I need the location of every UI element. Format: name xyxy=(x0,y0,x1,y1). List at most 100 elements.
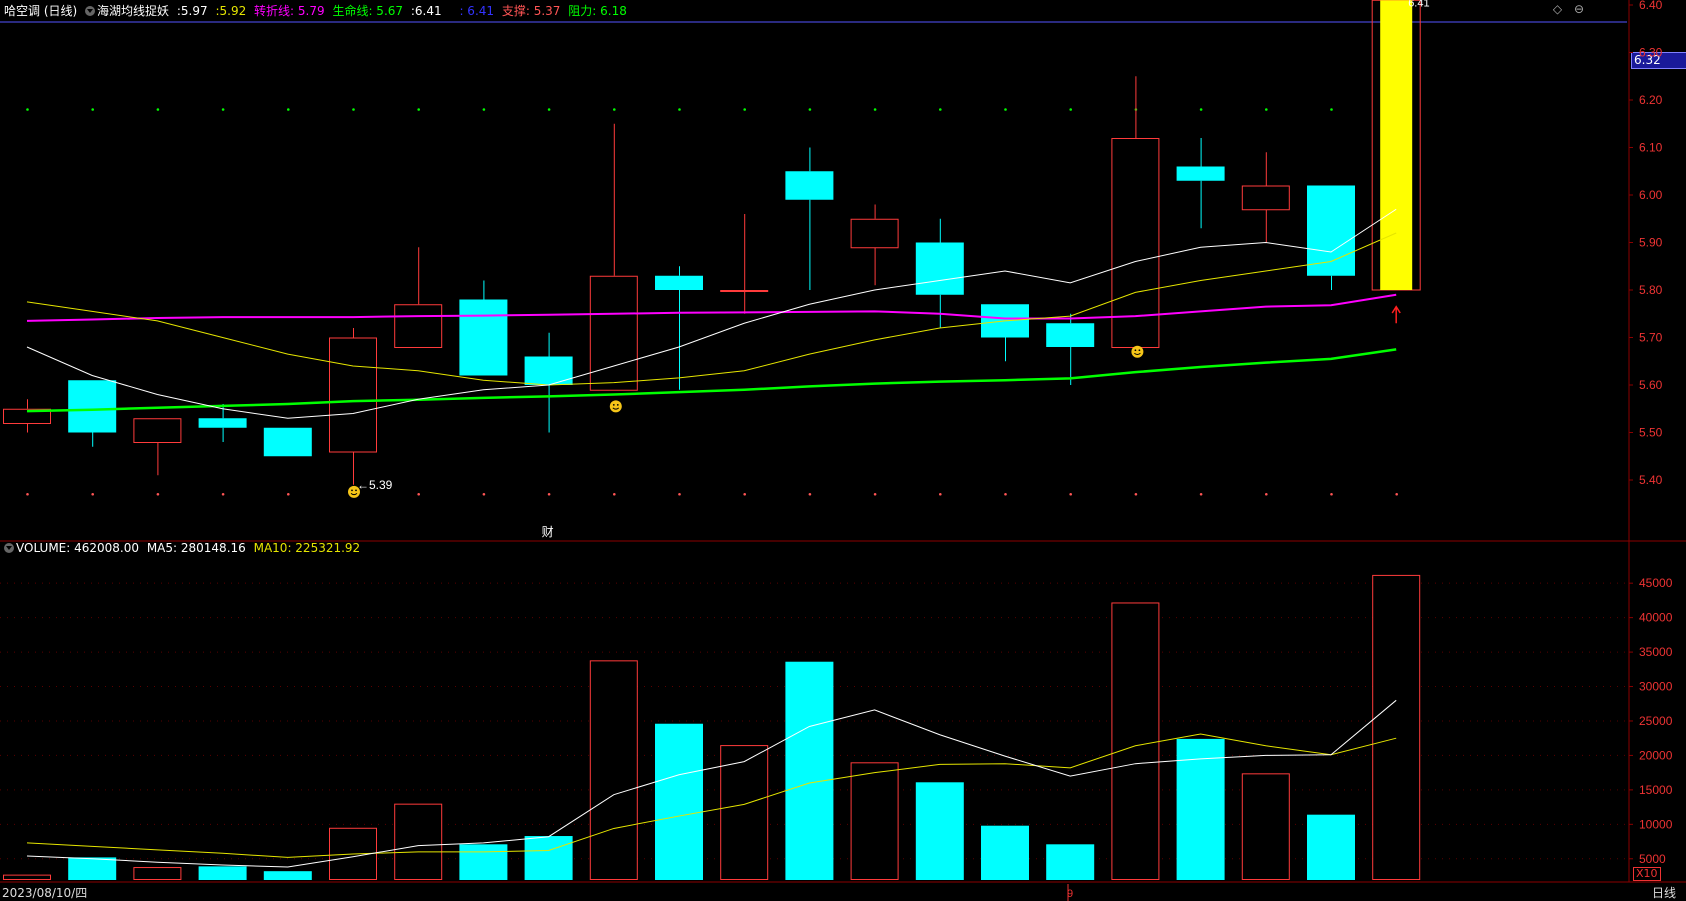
smiley-marker-eye xyxy=(1138,349,1141,352)
volume-bar xyxy=(785,661,834,880)
price-tick-label: 5.60 xyxy=(1639,378,1663,392)
smiley-marker xyxy=(1131,345,1144,358)
turn-line xyxy=(26,293,1397,322)
price-tick-label: 6.30 xyxy=(1639,46,1663,60)
price-tick-label: 6.40 xyxy=(1639,0,1663,12)
resist-dot xyxy=(1004,108,1007,111)
price-tick-label: 5.80 xyxy=(1639,283,1663,297)
candle-body xyxy=(1176,166,1225,181)
smiley-marker-eye xyxy=(616,403,619,406)
volume-bar xyxy=(394,803,443,881)
resist-dot xyxy=(1330,108,1333,111)
volume-bar xyxy=(1046,844,1095,880)
candle-body xyxy=(1046,323,1095,347)
support-dot xyxy=(613,492,616,496)
resist-dot xyxy=(547,108,551,111)
volume-bar xyxy=(263,871,312,880)
volume-bar xyxy=(133,867,182,881)
support-dot xyxy=(482,492,486,496)
candle-body xyxy=(198,418,247,428)
high-annotation: 6.41 xyxy=(1408,0,1429,9)
candle-body xyxy=(459,299,508,376)
ma-yellow-line xyxy=(26,232,1397,386)
support-dot xyxy=(873,492,877,496)
candle-body xyxy=(785,171,834,200)
support-dot xyxy=(1265,492,1268,496)
price-tick-label: 6.10 xyxy=(1639,141,1663,155)
candle-body xyxy=(329,337,377,453)
price-tick-label: 6.00 xyxy=(1639,188,1663,202)
support-dot xyxy=(1199,492,1203,496)
resist-dot xyxy=(287,108,290,111)
buy-arrow-icon xyxy=(1391,305,1401,324)
resist-dot xyxy=(613,108,616,111)
limit-up-bar xyxy=(1380,0,1413,290)
kline-chart[interactable]: 6.40 6.30 6.20 6.10 6.00 5.90 5.80 5.70 5.60 5.50… xyxy=(0,0,1686,901)
support-dot xyxy=(808,492,812,496)
candle-body xyxy=(1241,185,1290,211)
ma-white-line xyxy=(26,208,1397,419)
support-dot xyxy=(417,492,421,496)
volume-bar xyxy=(720,745,769,881)
price-tick-label: 5.70 xyxy=(1639,331,1663,345)
resist-dot xyxy=(352,108,355,111)
volume-tick-label: 40000 xyxy=(1639,611,1673,625)
volume-bar xyxy=(68,857,117,880)
volume-bar xyxy=(198,866,247,880)
support-dot xyxy=(1395,492,1398,496)
resist-dot xyxy=(1265,108,1268,111)
price-tick-label: 6.20 xyxy=(1639,93,1663,107)
volume-tick-label: 15000 xyxy=(1639,783,1673,797)
smiley-marker-eye xyxy=(351,489,353,492)
price-tick-label: 5.40 xyxy=(1639,473,1663,487)
support-dot xyxy=(156,492,160,496)
support-dot xyxy=(678,492,681,496)
volume-bar xyxy=(1241,773,1290,880)
resist-dot xyxy=(808,108,812,111)
volume-bar xyxy=(655,723,703,880)
volume-tick-label: 35000 xyxy=(1639,645,1673,659)
smiley-marker-eye xyxy=(612,403,615,406)
resist-dot xyxy=(743,108,746,111)
support-dot xyxy=(1069,492,1072,496)
volume-tick-label: 45000 xyxy=(1639,576,1673,590)
support-dot xyxy=(1004,492,1007,496)
volume-bar xyxy=(3,874,51,881)
candle-body xyxy=(394,304,443,348)
finance-marker: 财 xyxy=(542,525,554,539)
volume-tick-label: 30000 xyxy=(1639,680,1673,694)
low-annotation: ←5.39 xyxy=(357,478,393,492)
support-dot xyxy=(287,492,290,496)
volume-tick-label: 25000 xyxy=(1639,714,1673,728)
volume-bar xyxy=(524,836,573,880)
support-dot xyxy=(91,492,94,496)
price-tick-label: 5.50 xyxy=(1639,426,1663,440)
volume-bar xyxy=(1307,814,1355,880)
smiley-marker-eye xyxy=(1134,349,1137,352)
candle-body xyxy=(524,356,573,385)
resist-dot xyxy=(939,108,942,111)
candle-body xyxy=(263,427,312,457)
resist-dot xyxy=(1199,108,1203,111)
candle-body xyxy=(915,242,964,295)
resist-dot xyxy=(91,108,94,111)
resist-dot xyxy=(156,108,160,111)
volume-tick-label: 5000 xyxy=(1639,852,1666,866)
candle-body xyxy=(1307,185,1355,276)
volume-bar xyxy=(915,782,964,880)
support-dot xyxy=(939,492,942,496)
volume-bar xyxy=(850,762,899,880)
candle-body xyxy=(720,290,769,292)
smiley-marker xyxy=(609,400,622,413)
volume-bar xyxy=(589,660,638,881)
volume-tick-label: 20000 xyxy=(1639,748,1673,762)
candle-body xyxy=(133,418,182,443)
resist-dot xyxy=(26,108,29,111)
candle-body xyxy=(850,218,899,249)
candle-body xyxy=(589,275,638,391)
volume-bar xyxy=(1111,602,1160,880)
candle-body xyxy=(655,275,703,290)
support-dot xyxy=(26,492,29,496)
resist-dot xyxy=(221,108,225,111)
life-line xyxy=(26,348,1397,413)
